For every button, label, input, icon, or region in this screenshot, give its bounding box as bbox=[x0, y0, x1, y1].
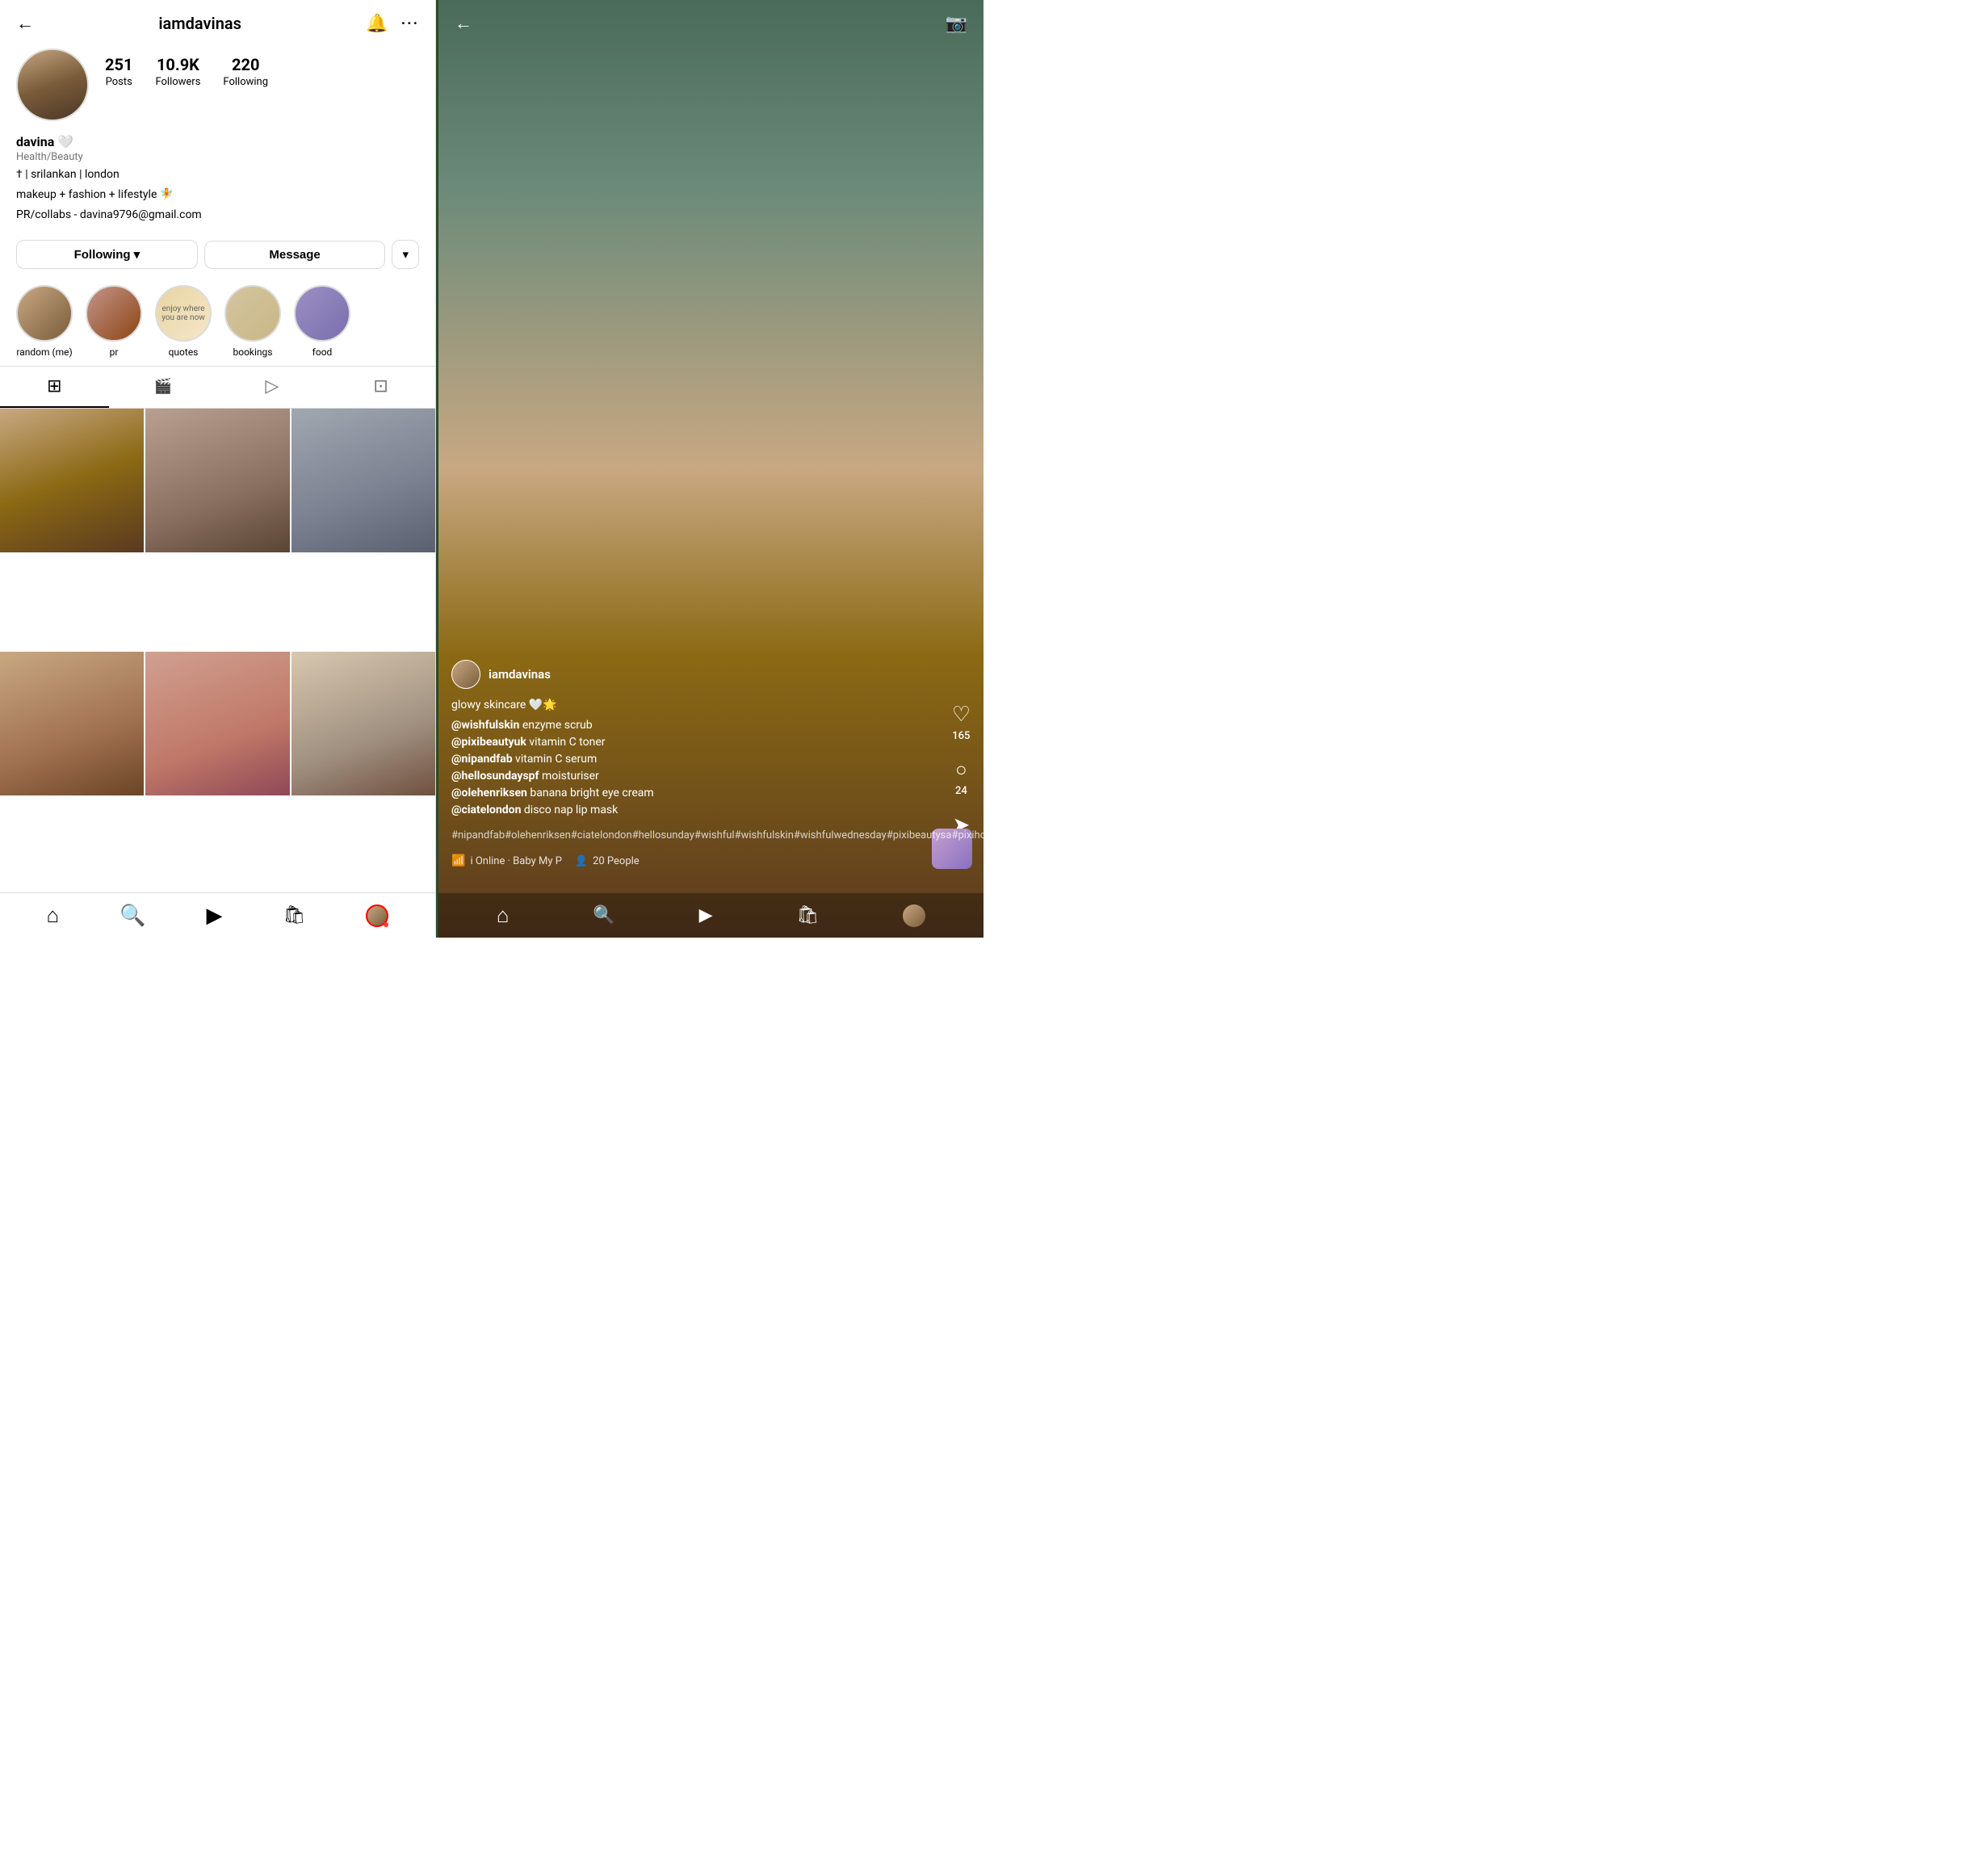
message-button[interactable]: Message bbox=[204, 241, 386, 269]
profile-header: ← iamdavinas 🔔 ··· bbox=[0, 0, 435, 42]
header-icons: 🔔 ··· bbox=[366, 14, 419, 34]
reel-header: ← 📷 bbox=[438, 0, 984, 47]
highlight-bookings[interactable]: bookings bbox=[224, 285, 281, 358]
posts-count: 251 bbox=[105, 55, 132, 74]
bio-name: davina 🤍 bbox=[16, 134, 419, 149]
reel-avatar[interactable] bbox=[451, 660, 480, 689]
reel-caption-lines: @wishfulskin enzyme scrub @pixibeautyuk … bbox=[451, 717, 971, 819]
posts-stat[interactable]: 251 Posts bbox=[105, 55, 132, 88]
online-status: 📶 i Online · Baby My P bbox=[451, 854, 562, 867]
grid-icon: ⊞ bbox=[47, 376, 61, 397]
back-button[interactable]: ← bbox=[16, 13, 34, 34]
reels-nav-icon[interactable]: ▶ bbox=[207, 904, 223, 928]
right-shop-icon[interactable]: 🛍 bbox=[796, 905, 819, 925]
mention-wishfulskin[interactable]: @wishfulskin bbox=[451, 719, 519, 732]
following-count: 220 bbox=[232, 55, 259, 74]
stats-row: 251 Posts 10.9K Followers 220 Following bbox=[105, 48, 268, 88]
bio-category: Health/Beauty bbox=[16, 151, 419, 163]
tab-reels[interactable]: 🎬 bbox=[109, 367, 218, 408]
grid-post-3[interactable] bbox=[291, 409, 435, 552]
bio-line2: makeup + fashion + lifestyle 🧚 bbox=[16, 187, 419, 204]
dropdown-button[interactable]: ▾ bbox=[392, 240, 419, 269]
mention-pixibeautyuk[interactable]: @pixibeautyuk bbox=[451, 736, 526, 749]
tag-icon: ⊡ bbox=[373, 376, 388, 397]
following-label: Following bbox=[223, 76, 268, 88]
bottom-nav: ⌂ 🔍 ▶ 🛍 bbox=[0, 892, 435, 938]
profile-username: iamdavinas bbox=[158, 14, 241, 33]
grid-post-6[interactable] bbox=[291, 652, 435, 795]
mention-nipandfab[interactable]: @nipandfab bbox=[451, 753, 513, 766]
followers-stat[interactable]: 10.9K Followers bbox=[155, 55, 200, 88]
photo-grid bbox=[0, 409, 435, 892]
right-profile-avatar[interactable] bbox=[903, 904, 925, 927]
mention-ciatelondon[interactable]: @ciatelondon bbox=[451, 804, 521, 816]
profile-nav-avatar[interactable] bbox=[366, 904, 388, 927]
right-reels-icon[interactable]: ▶ bbox=[699, 905, 713, 925]
notification-icon[interactable]: 🔔 bbox=[366, 14, 388, 34]
profile-dot-indicator bbox=[384, 922, 388, 927]
signal-icon: 📶 bbox=[451, 854, 465, 867]
home-nav-icon[interactable]: ⌂ bbox=[46, 903, 59, 928]
following-button[interactable]: Following ▾ bbox=[16, 240, 198, 269]
people-icon: 👤 bbox=[575, 855, 588, 867]
tab-tagged[interactable]: ⊡ bbox=[326, 367, 435, 408]
followers-count: 10.9K bbox=[157, 55, 199, 74]
grid-post-1[interactable] bbox=[0, 409, 144, 552]
bio-line3: PR/collabs - davina9796@gmail.com bbox=[16, 207, 419, 224]
mention-hellosundayspf[interactable]: @hellosundayspf bbox=[451, 770, 539, 783]
shop-nav-icon[interactable]: 🛍 bbox=[283, 905, 306, 925]
posts-label: Posts bbox=[106, 76, 132, 88]
highlight-random-me[interactable]: random (me) bbox=[16, 285, 73, 358]
profile-info-row: 251 Posts 10.9K Followers 220 Following bbox=[0, 42, 435, 131]
tab-grid[interactable]: ⊞ bbox=[0, 367, 109, 408]
bio-section: davina 🤍 Health/Beauty † | srilankan | l… bbox=[0, 131, 435, 232]
reel-content: iamdavinas glowy skincare 🤍🌟 @wishfulski… bbox=[438, 47, 984, 893]
grid-post-5[interactable] bbox=[145, 652, 289, 795]
right-home-icon[interactable]: ⌂ bbox=[497, 903, 510, 928]
play-icon: ▷ bbox=[265, 376, 279, 397]
reel-status-bar: 📶 i Online · Baby My P 👤 20 People bbox=[451, 854, 971, 867]
more-icon[interactable]: ··· bbox=[401, 15, 419, 32]
reel-user-row: iamdavinas bbox=[451, 660, 971, 689]
mention-olehenriksen[interactable]: @olehenriksen bbox=[451, 787, 527, 800]
right-panel: ← 📷 ♡ 165 ○ 24 ➤ ··· iamdavinas glowy sk… bbox=[438, 0, 984, 938]
following-stat[interactable]: 220 Following bbox=[223, 55, 268, 88]
reel-username[interactable]: iamdavinas bbox=[489, 667, 551, 682]
tab-play[interactable]: ▷ bbox=[218, 367, 327, 408]
content-tab-bar: ⊞ 🎬 ▷ ⊡ bbox=[0, 366, 435, 409]
reel-back-button[interactable]: ← bbox=[455, 13, 472, 34]
reel-camera-button[interactable]: 📷 bbox=[946, 14, 967, 34]
highlight-food[interactable]: food bbox=[294, 285, 350, 358]
highlight-pr[interactable]: pr bbox=[86, 285, 142, 358]
left-panel: ← iamdavinas 🔔 ··· 251 Posts 10.9K Follo… bbox=[0, 0, 436, 938]
reel-title: glowy skincare 🤍🌟 bbox=[451, 697, 971, 714]
search-nav-icon[interactable]: 🔍 bbox=[120, 904, 145, 928]
grid-post-2[interactable] bbox=[145, 409, 289, 552]
reel-icon: 🎬 bbox=[154, 378, 172, 395]
action-buttons: Following ▾ Message ▾ bbox=[0, 232, 435, 277]
highlight-quotes[interactable]: enjoy where you are now quotes bbox=[155, 285, 212, 358]
people-count: 👤 20 People bbox=[575, 855, 640, 867]
grid-post-4[interactable] bbox=[0, 652, 144, 795]
followers-label: Followers bbox=[155, 76, 200, 88]
avatar[interactable] bbox=[16, 48, 89, 121]
right-bottom-nav: ⌂ 🔍 ▶ 🛍 bbox=[438, 893, 984, 938]
reel-hashtags[interactable]: #nipandfab#olehenriksen#ciatelondon#hell… bbox=[451, 829, 971, 843]
highlights-section: random (me) pr enjoy where you are now q… bbox=[0, 277, 435, 366]
bio-line1: † | srilankan | london bbox=[16, 166, 419, 183]
right-search-icon[interactable]: 🔍 bbox=[593, 905, 614, 925]
